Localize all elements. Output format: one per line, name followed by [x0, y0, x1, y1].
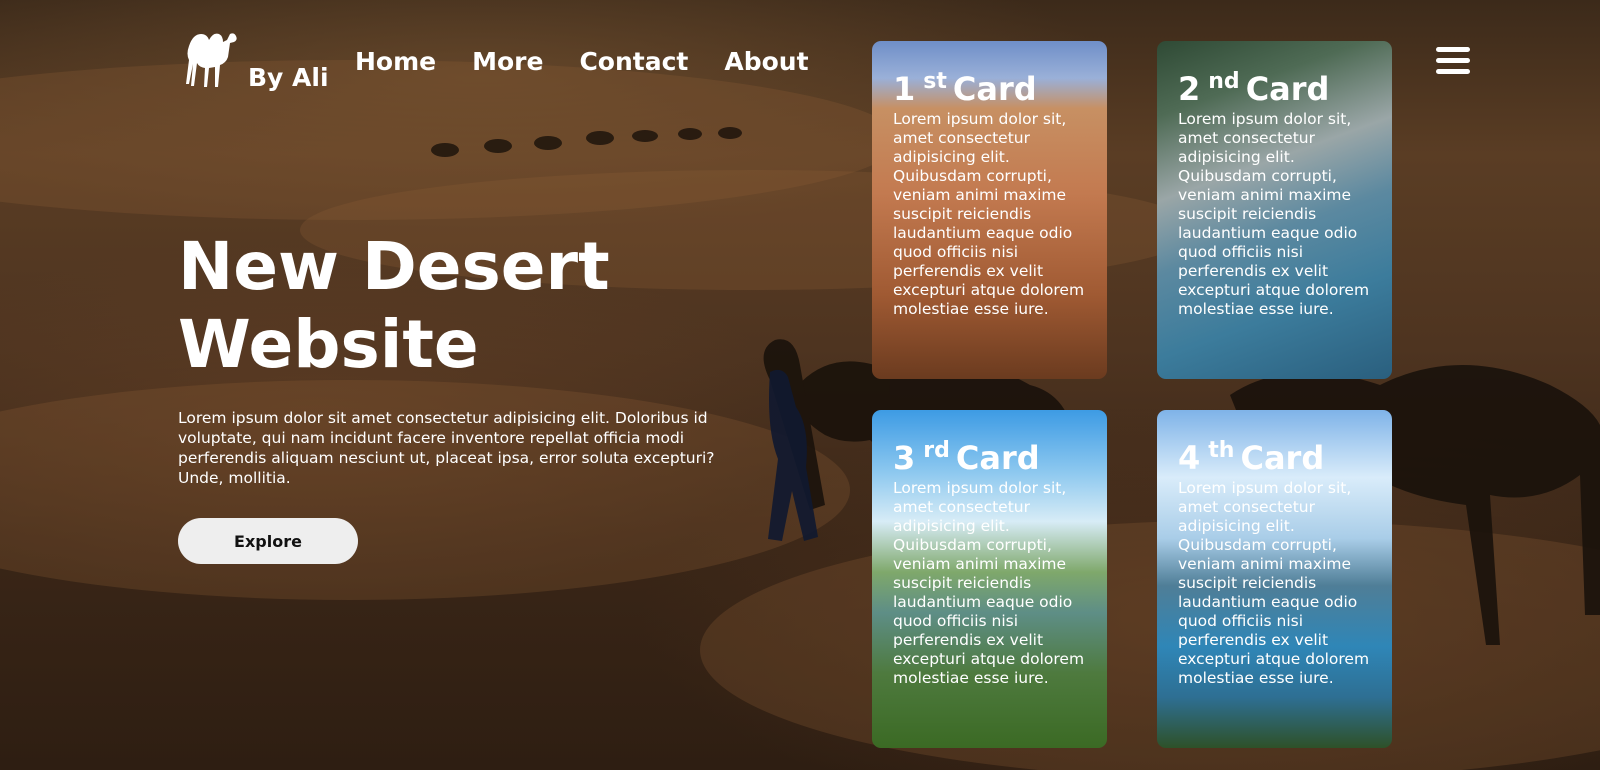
card-2[interactable]: 2nd Card Lorem ipsum dolor sit, amet cons… — [1157, 41, 1392, 379]
card-text: Lorem ipsum dolor sit, amet consectetur … — [1178, 110, 1370, 318]
card-text: Lorem ipsum dolor sit, amet consectetur … — [893, 110, 1085, 318]
card-title: 2nd Card — [1178, 69, 1330, 108]
main-nav: Home More Contact About — [355, 47, 809, 76]
hero-description: Lorem ipsum dolor sit amet consectetur a… — [178, 409, 715, 487]
card-title: 4th Card — [1178, 438, 1325, 477]
card-text: Lorem ipsum dolor sit, amet consectetur … — [1178, 479, 1370, 687]
nav-contact[interactable]: Contact — [579, 47, 688, 76]
brand-name: By Ali — [248, 63, 329, 92]
hamburger-icon[interactable] — [1436, 47, 1470, 80]
nav-about[interactable]: About — [724, 47, 808, 76]
explore-button[interactable]: Explore — [178, 518, 358, 564]
card-text: Lorem ipsum dolor sit, amet consectetur … — [893, 479, 1085, 687]
page-title: New Desert Website — [178, 228, 610, 383]
card-title: 1st Card — [893, 69, 1037, 108]
card-title: 3rd Card — [893, 438, 1040, 477]
card-1[interactable]: 1st Card Lorem ipsum dolor sit, amet cons… — [872, 41, 1107, 379]
nav-more[interactable]: More — [472, 47, 543, 76]
camel-icon — [178, 28, 240, 94]
card-3[interactable]: 3rd Card Lorem ipsum dolor sit, amet cons… — [872, 410, 1107, 748]
card-4[interactable]: 4th Card Lorem ipsum dolor sit, amet cons… — [1157, 410, 1392, 748]
nav-home[interactable]: Home — [355, 47, 436, 76]
brand-logo[interactable]: By Ali — [178, 28, 329, 94]
